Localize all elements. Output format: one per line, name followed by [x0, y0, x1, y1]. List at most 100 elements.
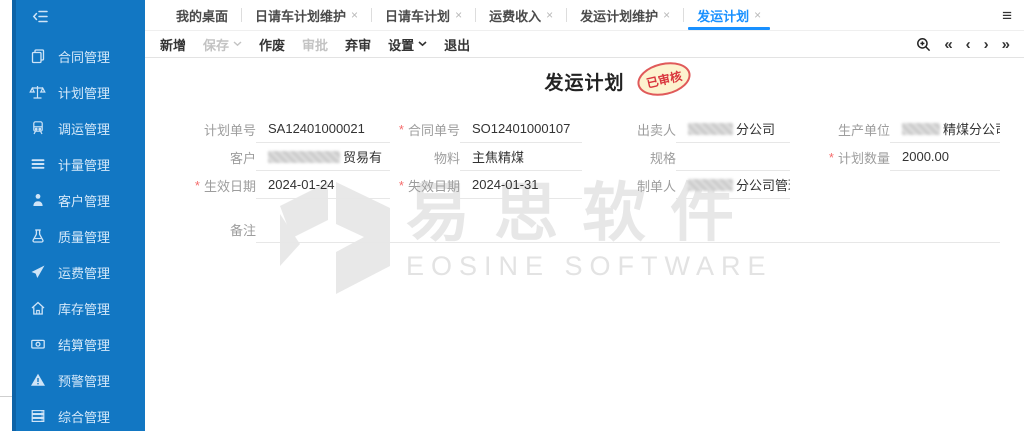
sidebar-item-label: 综合管理: [58, 407, 110, 426]
main-area: 我的桌面 日请车计划维护 × 日请车计划 × 运费收入 × 发运计划维护 ×: [145, 0, 1024, 431]
watermark-en-text: EOSINE SOFTWARE: [406, 251, 773, 282]
redacted-text: [688, 179, 733, 191]
sidebar-item-plan[interactable]: 计划管理: [12, 74, 145, 110]
empty-cell: [890, 171, 1000, 199]
tab-shipping-plan[interactable]: 发运计划 ×: [684, 0, 774, 30]
unapprove-button[interactable]: 弃审: [345, 35, 371, 54]
customer-field[interactable]: 贸易有: [256, 143, 390, 171]
field-label-remark: 备注: [160, 215, 256, 243]
first-record-icon[interactable]: «: [944, 37, 952, 52]
field-value: 分公司管理员: [736, 175, 790, 194]
shipping-plan-form: 计划单号 SA12401000021 * 合同单号 SO12401000107 …: [160, 115, 1000, 243]
sidebar-item-label: 运费管理: [58, 263, 110, 282]
tab-label: 运费收入: [489, 6, 541, 25]
sidebar-collapse-button[interactable]: [29, 9, 51, 29]
required-marker: *: [399, 178, 404, 193]
field-value: 精煤分公司: [943, 119, 1000, 138]
exit-button[interactable]: 退出: [444, 35, 470, 54]
field-label-creator: 制单人: [582, 171, 676, 199]
tab-daily-truck-plan-maint[interactable]: 日请车计划维护 ×: [242, 0, 371, 30]
field-label-quantity: * 计划数量: [790, 143, 890, 171]
close-tab-icon[interactable]: ×: [754, 8, 761, 22]
outdent-icon: [32, 9, 49, 29]
field-value: 2024-01-24: [268, 177, 335, 192]
paper-plane-icon: [29, 264, 46, 281]
button-label: 作废: [259, 35, 285, 54]
zoom-in-icon[interactable]: [916, 37, 931, 52]
field-value: SA12401000021: [268, 121, 365, 136]
producer-field[interactable]: 精煤分公司: [890, 115, 1000, 143]
close-tab-icon[interactable]: ×: [351, 8, 358, 22]
person-icon: [29, 192, 46, 209]
quantity-field[interactable]: 2000.00: [890, 143, 1000, 171]
field-label-material: 物料: [390, 143, 460, 171]
chevron-down-icon: [233, 41, 242, 47]
form-content: 易思软件 EOSINE SOFTWARE 发运计划 已审核 计划单号 SA124…: [145, 58, 1024, 431]
warning-icon: [29, 372, 46, 389]
sidebar-item-settlement[interactable]: 结算管理: [12, 326, 145, 362]
sidebar-item-measure[interactable]: 计量管理: [12, 146, 145, 182]
effective-date-field[interactable]: 2024-01-24: [256, 171, 390, 199]
scales-icon: [29, 84, 46, 101]
close-tab-icon[interactable]: ×: [546, 8, 553, 22]
field-value: 分公司: [736, 119, 775, 138]
sidebar-item-general[interactable]: 综合管理: [12, 398, 145, 431]
approve-button[interactable]: 审批: [302, 35, 328, 54]
tab-label: 发运计划: [697, 6, 749, 25]
sidebar-item-inventory[interactable]: 库存管理: [12, 290, 145, 326]
page-title: 发运计划: [145, 68, 1024, 95]
seller-field[interactable]: 分公司: [676, 115, 790, 143]
expiry-date-field[interactable]: 2024-01-31: [460, 171, 582, 199]
material-field[interactable]: 主焦精煤: [460, 143, 582, 171]
tab-my-desktop[interactable]: 我的桌面: [163, 0, 241, 30]
button-label: 审批: [302, 35, 328, 54]
button-label: 退出: [444, 35, 470, 54]
tab-daily-truck-plan[interactable]: 日请车计划 ×: [372, 0, 475, 30]
tab-shipping-plan-maint[interactable]: 发运计划维护 ×: [567, 0, 683, 30]
sidebar-menu: 合同管理 计划管理 调运管理: [12, 38, 145, 431]
prev-record-icon[interactable]: ‹: [966, 37, 971, 52]
tab-bar: 我的桌面 日请车计划维护 × 日请车计划 × 运费收入 × 发运计划维护 ×: [145, 0, 1024, 31]
sidebar-item-freight[interactable]: 运费管理: [12, 254, 145, 290]
field-label-spec: 规格: [582, 143, 676, 171]
sidebar-item-customer[interactable]: 客户管理: [12, 182, 145, 218]
tab-freight-income[interactable]: 运费收入 ×: [476, 0, 566, 30]
sidebar-item-label: 合同管理: [58, 47, 110, 66]
creator-field[interactable]: 分公司管理员: [676, 171, 790, 199]
home-icon: [29, 300, 46, 317]
contract-no-field[interactable]: SO12401000107: [460, 115, 582, 143]
chevron-down-icon: [418, 41, 427, 47]
close-tab-icon[interactable]: ×: [663, 8, 670, 22]
next-record-icon[interactable]: ›: [984, 37, 989, 52]
sidebar: 合同管理 计划管理 调运管理: [12, 0, 145, 431]
sidebar-item-quality[interactable]: 质量管理: [12, 218, 145, 254]
empty-cell: [790, 171, 890, 199]
tab-label: 日请车计划: [385, 6, 450, 25]
add-button[interactable]: 新增: [160, 35, 186, 54]
redacted-text: [688, 123, 733, 135]
settings-button[interactable]: 设置: [388, 35, 427, 54]
remark-field[interactable]: [256, 215, 1000, 243]
tab-label: 我的桌面: [176, 6, 228, 25]
sidebar-item-transport[interactable]: 调运管理: [12, 110, 145, 146]
button-label: 保存: [203, 35, 229, 54]
field-label-expiry-date: * 失效日期: [390, 171, 460, 199]
field-label-effective-date: * 生效日期: [160, 171, 256, 199]
close-tab-icon[interactable]: ×: [455, 8, 462, 22]
field-label-seller: 出卖人: [582, 115, 676, 143]
toolbar: 新增 保存 作废 审批 弃审 设置 退出: [145, 31, 1024, 58]
plan-no-field[interactable]: SA12401000021: [256, 115, 390, 143]
spec-field[interactable]: [676, 143, 790, 171]
sidebar-item-contract[interactable]: 合同管理: [12, 38, 145, 74]
last-record-icon[interactable]: »: [1002, 37, 1010, 52]
tab-overflow-menu-icon[interactable]: ≡: [1002, 7, 1012, 24]
void-button[interactable]: 作废: [259, 35, 285, 54]
tab-label: 日请车计划维护: [255, 6, 346, 25]
copy-icon: [29, 48, 46, 65]
sidebar-item-label: 调运管理: [58, 119, 110, 138]
save-button[interactable]: 保存: [203, 35, 242, 54]
sidebar-item-warning[interactable]: 预警管理: [12, 362, 145, 398]
app-window: 合同管理 计划管理 调运管理: [0, 0, 1024, 431]
banknote-icon: [29, 336, 46, 353]
button-label: 弃审: [345, 35, 371, 54]
